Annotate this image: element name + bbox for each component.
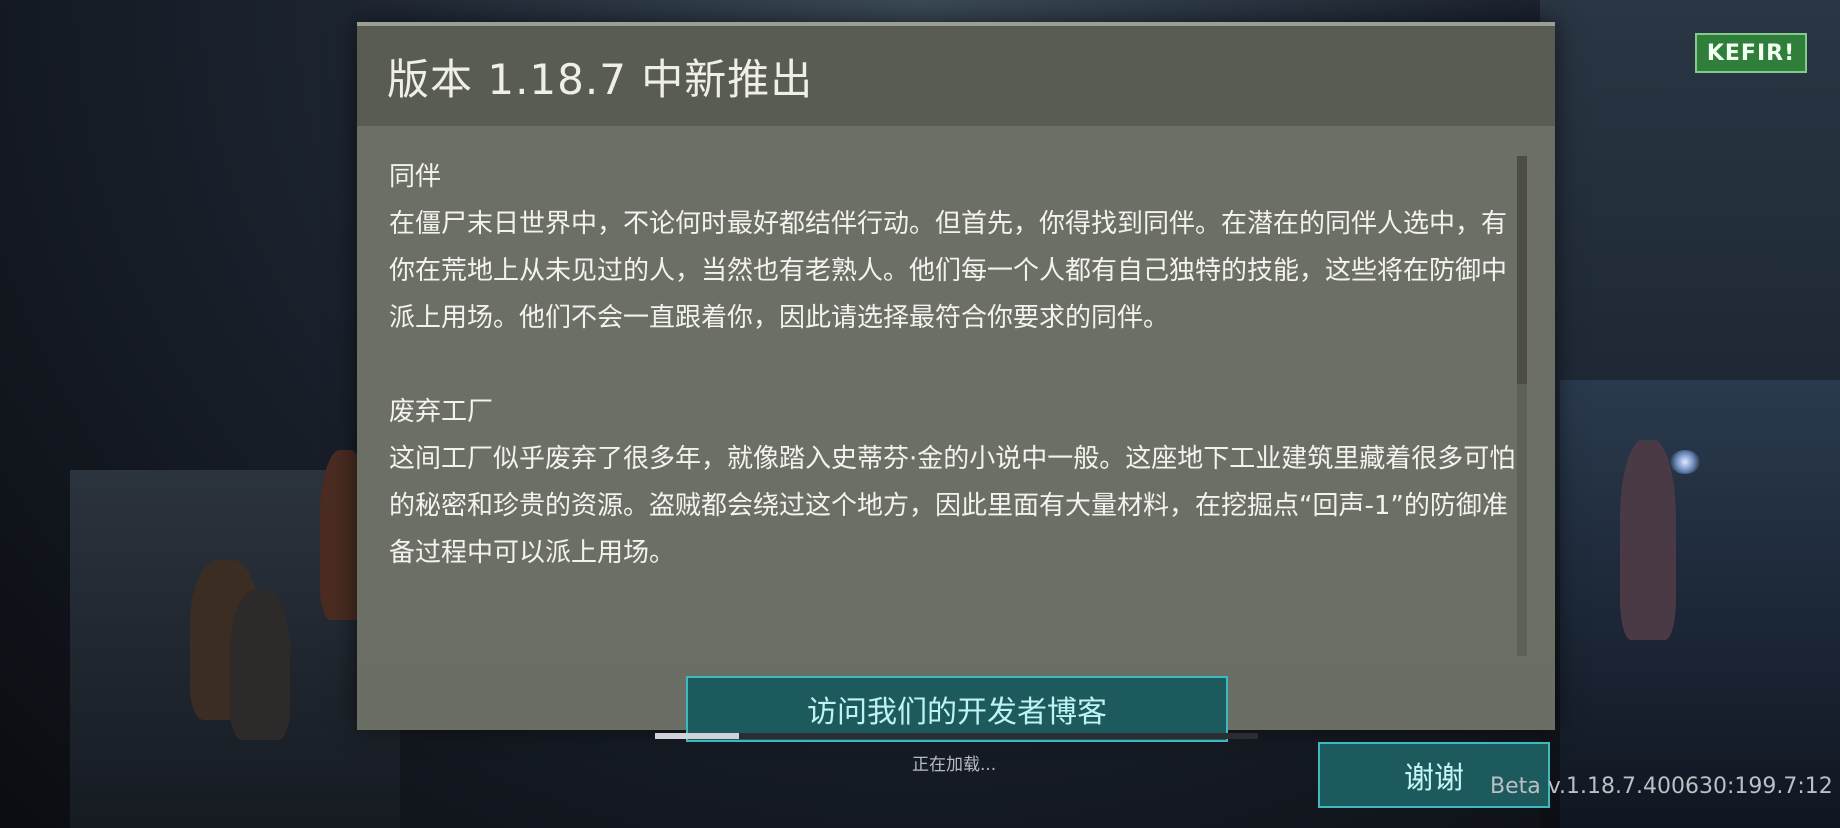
version-label: Beta v.1.18.7.400630:199.7:12 bbox=[1490, 774, 1833, 799]
kefir-logo: KEFIR! bbox=[1695, 33, 1807, 73]
section-text: 在僵尸末日世界中，不论何时最好都结伴行动。但首先，你得找到同伴。在潜在的同伴人选… bbox=[389, 209, 1508, 333]
background-zombie bbox=[1620, 440, 1676, 640]
background-zombie bbox=[230, 590, 290, 740]
background-building-right bbox=[1560, 380, 1840, 828]
release-note-section: 同伴 在僵尸末日世界中，不论何时最好都结伴行动。但首先，你得找到同伴。在潜在的同… bbox=[389, 154, 1519, 342]
dialog-title: 版本 1.18.7 中新推出 bbox=[387, 54, 814, 104]
dialog-scroll-area[interactable]: 同伴 在僵尸末日世界中，不论何时最好都结伴行动。但首先，你得找到同伴。在潜在的同… bbox=[357, 126, 1555, 662]
section-text: 这间工厂似乎废弃了很多年，就像踏入史蒂芬·金的小说中一般。这座地下工业建筑里藏着… bbox=[389, 444, 1516, 568]
release-notes: 同伴 在僵尸末日世界中，不论何时最好都结伴行动。但首先，你得找到同伴。在潜在的同… bbox=[389, 154, 1519, 624]
scrollbar-thumb[interactable] bbox=[1517, 156, 1527, 384]
loading-status: 正在加载... bbox=[912, 755, 997, 775]
dialog-scrollbar[interactable] bbox=[1517, 156, 1527, 656]
section-heading: 废弃工厂 bbox=[389, 397, 494, 427]
background-street-lamp bbox=[1670, 450, 1700, 474]
loading-progress-fill bbox=[655, 733, 740, 739]
dialog-header: 版本 1.18.7 中新推出 bbox=[357, 26, 1555, 126]
section-heading: 同伴 bbox=[389, 162, 442, 192]
whats-new-dialog: 版本 1.18.7 中新推出 同伴 在僵尸末日世界中，不论何时最好都结伴行动。但… bbox=[357, 22, 1555, 742]
release-note-section: 废弃工厂 这间工厂似乎废弃了很多年，就像踏入史蒂芬·金的小说中一般。这座地下工业… bbox=[389, 389, 1519, 577]
loading-progress-bar bbox=[655, 733, 1258, 739]
